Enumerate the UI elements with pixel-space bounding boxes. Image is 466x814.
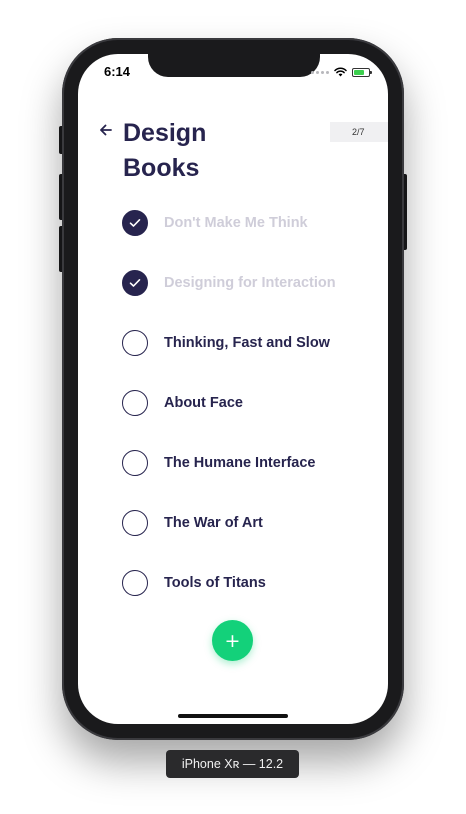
checkmark-icon [129, 279, 141, 287]
book-title: The Humane Interface [164, 455, 316, 471]
page-title-line-2: Books [123, 154, 200, 182]
phone-screen: 6:14 Design Books 2/7 Don't Make Me Thin… [78, 54, 388, 724]
unchecked-checkbox[interactable] [122, 390, 148, 416]
checked-checkbox[interactable] [122, 210, 148, 236]
signal-dots-icon [311, 70, 329, 74]
page-title: Design Books [123, 116, 283, 186]
add-book-button[interactable]: + [212, 620, 253, 661]
unchecked-checkbox[interactable] [122, 510, 148, 536]
simulator-device-label: iPhone Xʀ — 12.2 [166, 750, 299, 778]
book-title: About Face [164, 395, 243, 411]
unchecked-checkbox[interactable] [122, 570, 148, 596]
status-time: 6:14 [104, 64, 131, 79]
book-title: Tools of Titans [164, 575, 266, 591]
book-list-item[interactable]: About Face [122, 388, 243, 418]
book-title: Thinking, Fast and Slow [164, 335, 330, 351]
back-arrow-icon[interactable] [96, 120, 116, 140]
unchecked-checkbox[interactable] [122, 450, 148, 476]
unchecked-checkbox[interactable] [122, 330, 148, 356]
notch [148, 54, 320, 77]
wifi-icon [334, 67, 347, 77]
book-list-item[interactable]: Designing for Interaction [122, 268, 336, 298]
checkmark-icon [129, 219, 141, 227]
book-list-item[interactable]: The Humane Interface [122, 448, 316, 478]
page-title-line-1: Design [123, 119, 207, 147]
book-title: Designing for Interaction [164, 275, 336, 291]
book-title: The War of Art [164, 515, 263, 531]
book-title: Don't Make Me Think [164, 215, 308, 231]
book-list-item[interactable]: Don't Make Me Think [122, 208, 308, 238]
book-list-item[interactable]: Tools of Titans [122, 568, 266, 598]
plus-icon: + [224, 629, 241, 652]
battery-charging-icon [352, 67, 372, 77]
book-list-item[interactable]: The War of Art [122, 508, 263, 538]
status-icons [311, 67, 372, 77]
page-indicator-badge: 2/7 [330, 122, 388, 142]
home-indicator[interactable] [178, 714, 288, 718]
book-list-item[interactable]: Thinking, Fast and Slow [122, 328, 330, 358]
checked-checkbox[interactable] [122, 270, 148, 296]
